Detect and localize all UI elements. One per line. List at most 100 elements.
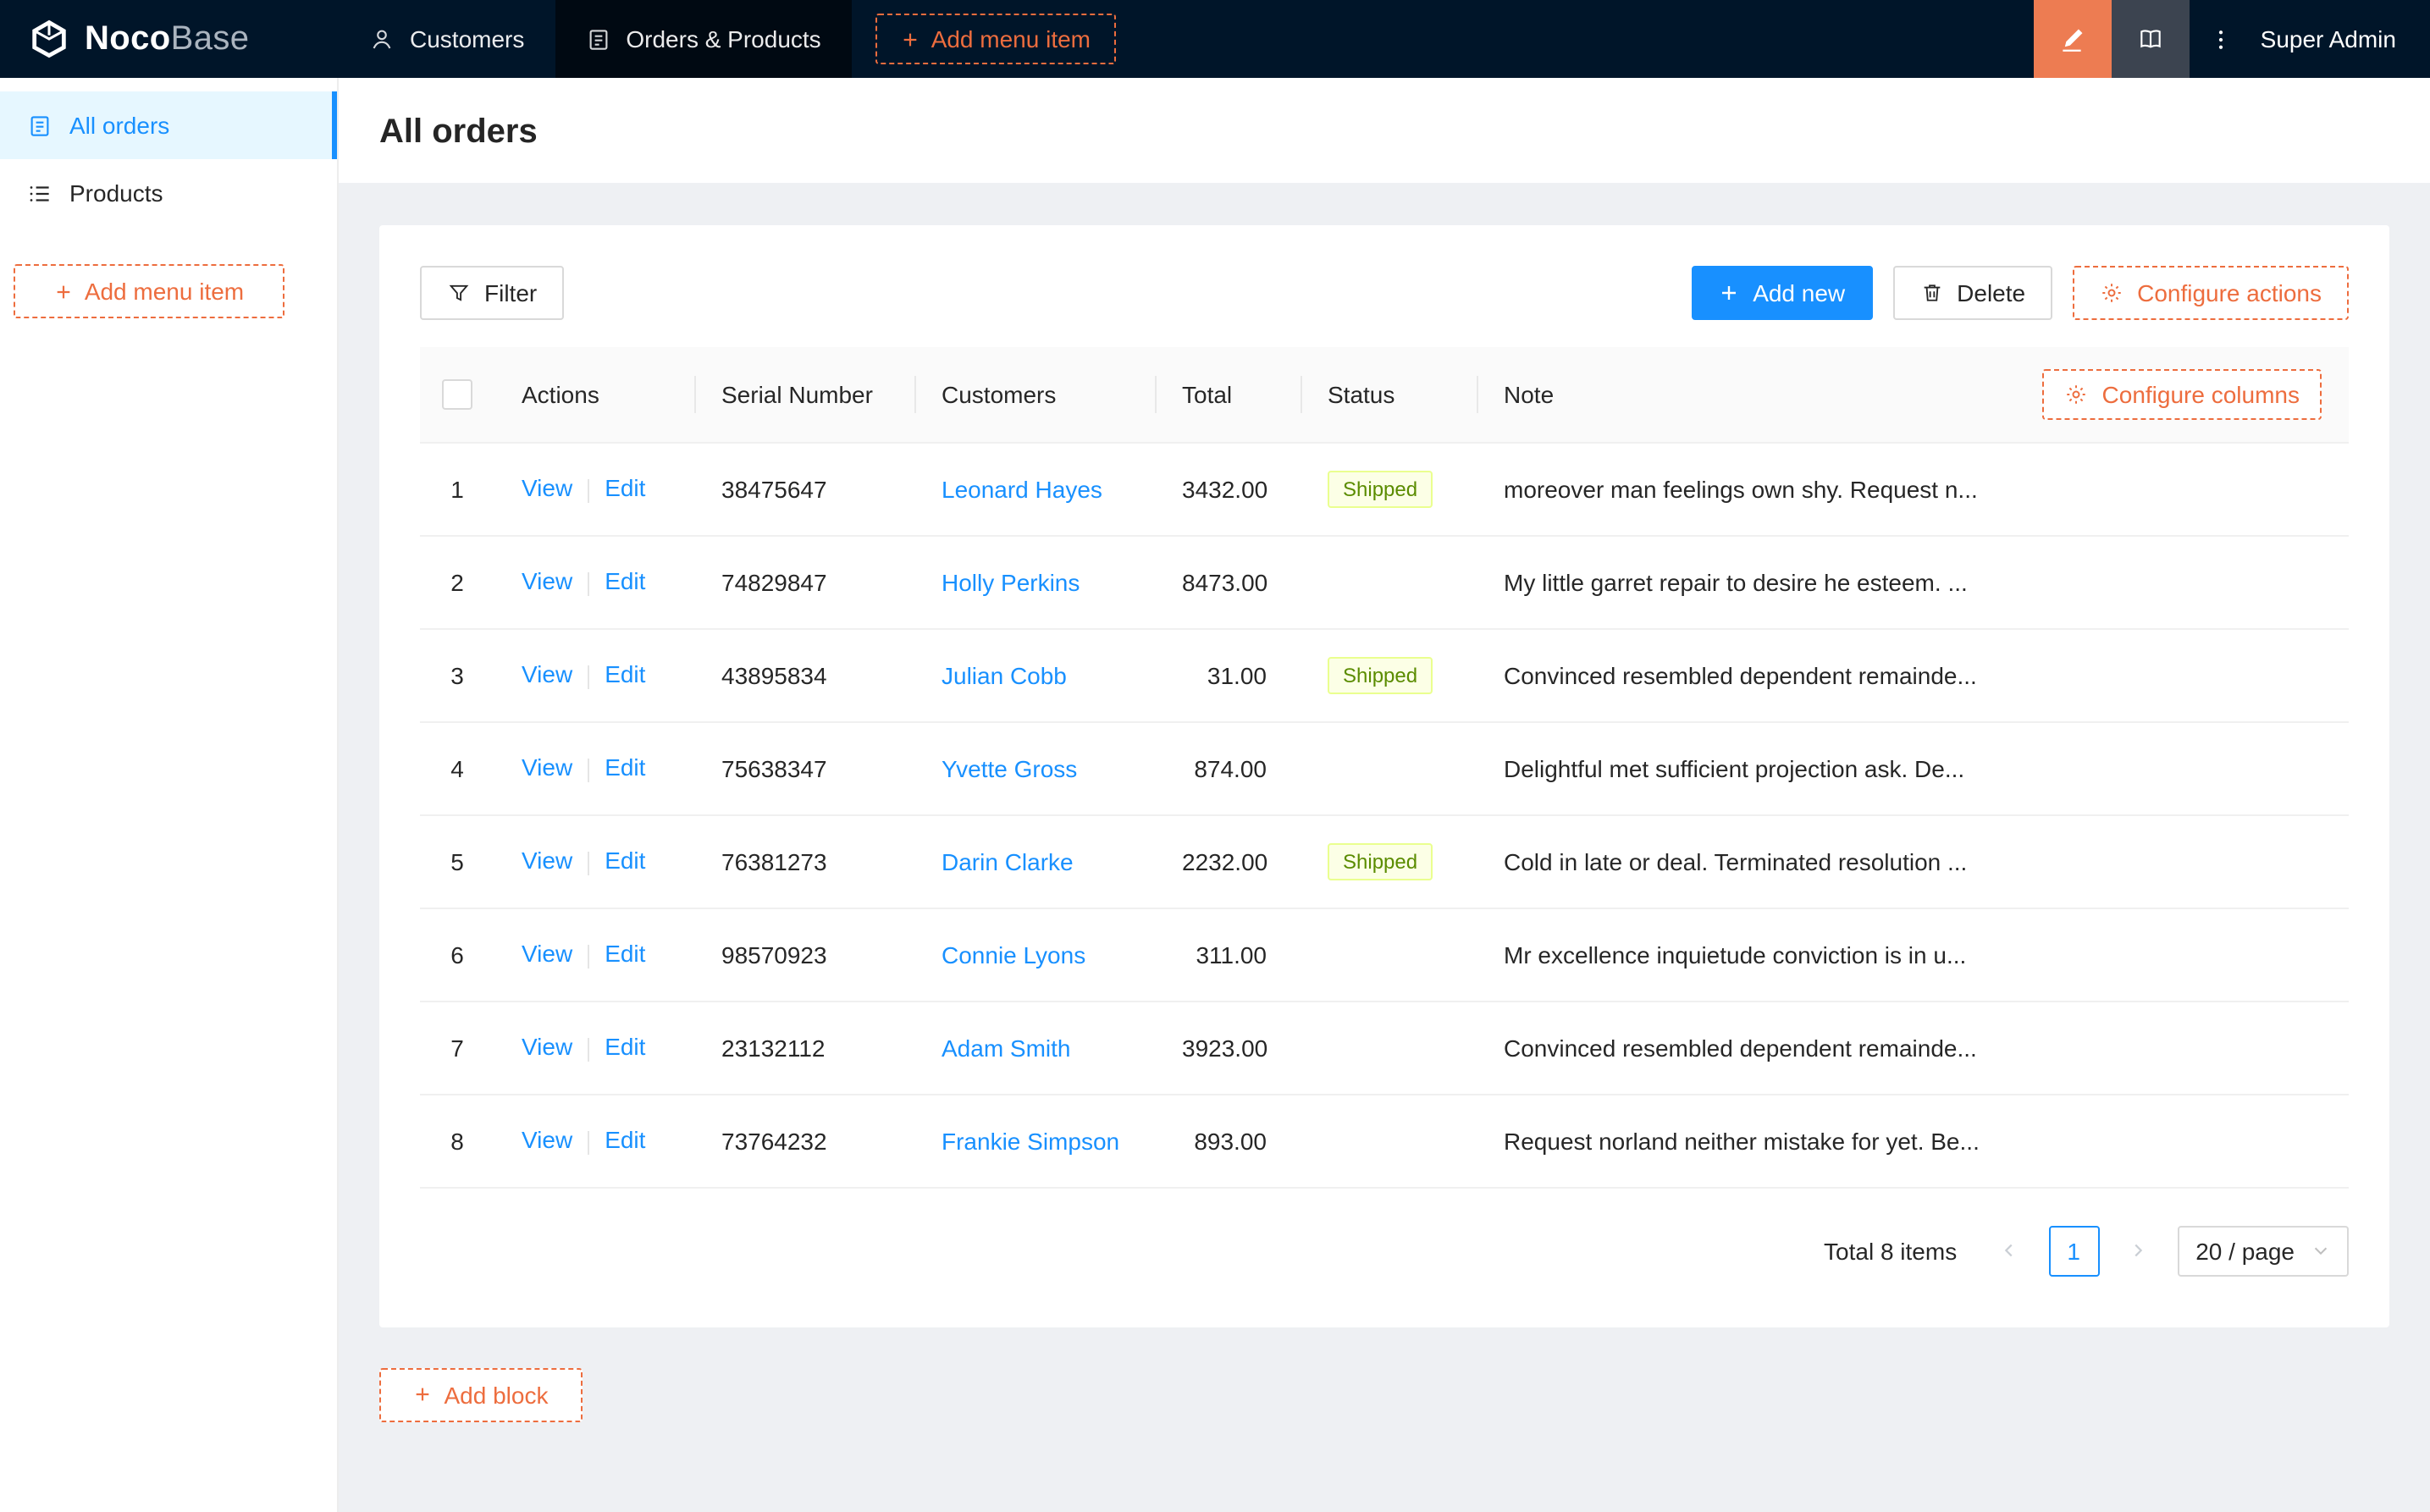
note-cell: Cold in late or deal. Terminated resolut…: [1477, 814, 2003, 908]
row-spacer-cell: [2003, 1094, 2349, 1188]
table-row: 4 View Edit 75638347 Yvette Gross 874.00 …: [420, 721, 2349, 815]
note-cell: moreover man feelings own shy. Request n…: [1477, 442, 2003, 536]
chevron-down-icon: [2311, 1241, 2330, 1260]
configure-actions-button[interactable]: Configure actions: [2073, 266, 2349, 320]
customer-link[interactable]: Holly Perkins: [942, 568, 1080, 595]
nav-item-customers[interactable]: Customers: [339, 0, 555, 78]
edit-link[interactable]: Edit: [605, 1127, 645, 1154]
unordered-list-icon: [27, 180, 52, 206]
page-title: All orders: [379, 113, 538, 151]
add-block-button[interactable]: Add block: [379, 1367, 583, 1421]
toolbar-right-group: Add new Delete Configure actions: [1692, 266, 2349, 320]
filter-button[interactable]: Filter: [420, 266, 565, 320]
serial-number-cell: 43895834: [694, 628, 914, 722]
table-row: 8 View Edit 73764232 Frankie Simpson 893.…: [420, 1094, 2349, 1188]
status-tag: Shipped: [1328, 470, 1433, 507]
page-header: All orders: [339, 78, 2430, 183]
edit-link[interactable]: Edit: [605, 568, 645, 595]
select-all-checkbox[interactable]: [442, 378, 472, 410]
vertical-divider: [588, 1130, 590, 1155]
nav-item-label: Orders & Products: [626, 25, 821, 52]
row-spacer-cell: [2003, 442, 2349, 536]
row-spacer-cell: [2003, 628, 2349, 722]
customer-link[interactable]: Frankie Simpson: [942, 1127, 1119, 1154]
view-link[interactable]: View: [522, 1127, 572, 1154]
funnel-icon: [447, 281, 471, 305]
note-cell: Mr excellence inquietude conviction is i…: [1477, 908, 2003, 1002]
page-number-button[interactable]: 1: [2048, 1225, 2100, 1276]
total-cell: 893.00: [1155, 1094, 1301, 1188]
column-header-status: Status: [1301, 347, 1477, 443]
view-link[interactable]: View: [522, 568, 572, 595]
ui-editor-button[interactable]: [2033, 0, 2112, 78]
view-link[interactable]: View: [522, 661, 572, 688]
row-actions-cell: View Edit: [494, 628, 694, 722]
sidebar-item-all-orders[interactable]: All orders: [0, 91, 337, 159]
view-link[interactable]: View: [522, 475, 572, 502]
customer-link[interactable]: Julian Cobb: [942, 661, 1067, 688]
chevron-left-icon: [2000, 1241, 2019, 1260]
edit-link[interactable]: Edit: [605, 941, 645, 968]
sidebar-item-label: Products: [69, 179, 163, 207]
edit-link[interactable]: Edit: [605, 1034, 645, 1061]
row-index: 8: [420, 1094, 494, 1188]
row-index: 4: [420, 721, 494, 815]
current-user[interactable]: Super Admin: [2254, 0, 2430, 78]
row-spacer-cell: [2003, 908, 2349, 1002]
customer-cell: Holly Perkins: [914, 535, 1155, 629]
orders-table: Actions Serial Number Customers Total St…: [420, 347, 2349, 1188]
total-cell: 311.00: [1155, 908, 1301, 1002]
edit-link[interactable]: Edit: [605, 475, 645, 502]
next-page-button[interactable]: [2112, 1225, 2163, 1276]
plus-icon: [54, 282, 73, 301]
navbar-add-menu-item-button[interactable]: Add menu item: [875, 14, 1117, 64]
nav-item-label: Customers: [410, 25, 525, 52]
page-size-select[interactable]: 20 / page: [2177, 1225, 2349, 1276]
row-index: 2: [420, 535, 494, 629]
nav-item-orders-products[interactable]: Orders & Products: [555, 0, 852, 78]
total-cell: 3923.00: [1155, 1001, 1301, 1095]
view-link[interactable]: View: [522, 754, 572, 781]
table-row: 2 View Edit 74829847 Holly Perkins 8473.0…: [420, 535, 2349, 629]
sidebar-item-products[interactable]: Products: [0, 159, 337, 227]
customer-link[interactable]: Darin Clarke: [942, 847, 1074, 875]
customer-link[interactable]: Leonard Hayes: [942, 475, 1102, 502]
edit-link[interactable]: Edit: [605, 847, 645, 875]
pagination: Total 8 items 1 20 / page: [420, 1188, 2349, 1327]
serial-number-cell: 74829847: [694, 535, 914, 629]
configure-columns-button[interactable]: Configure columns: [2042, 368, 2322, 420]
sidebar-add-menu-item-button[interactable]: Add menu item: [14, 264, 284, 318]
orders-table-card: Filter Add new Delete Configure actions …: [379, 225, 2389, 1327]
main-area: All orders Filter Add new Delete Configu…: [339, 78, 2430, 1512]
column-header-customers: Customers: [914, 347, 1155, 443]
serial-number-cell: 73764232: [694, 1094, 914, 1188]
view-link[interactable]: View: [522, 1034, 572, 1061]
edit-link[interactable]: Edit: [605, 661, 645, 688]
plus-icon: [901, 30, 920, 48]
customer-cell: Darin Clarke: [914, 814, 1155, 908]
customer-link[interactable]: Adam Smith: [942, 1034, 1071, 1061]
customer-cell: Frankie Simpson: [914, 1094, 1155, 1188]
prev-page-button[interactable]: [1984, 1225, 2035, 1276]
customer-cell: Connie Lyons: [914, 908, 1155, 1002]
plus-icon: [414, 1385, 433, 1404]
nocobase-logo[interactable]: NocoBase: [0, 0, 339, 78]
api-doc-button[interactable]: [2111, 0, 2190, 78]
vertical-divider: [588, 851, 590, 875]
more-actions-button[interactable]: [2190, 0, 2254, 78]
note-cell: Request norland neither mistake for yet.…: [1477, 1094, 2003, 1188]
status-cell: [1301, 721, 1477, 815]
column-header-actions: Actions: [494, 347, 694, 443]
customer-cell: Yvette Gross: [914, 721, 1155, 815]
view-link[interactable]: View: [522, 847, 572, 875]
customers-icon: [369, 26, 395, 52]
customer-link[interactable]: Connie Lyons: [942, 941, 1085, 968]
vertical-ellipsis-icon: [2209, 26, 2234, 52]
row-spacer-cell: [2003, 1001, 2349, 1095]
delete-button[interactable]: Delete: [1892, 266, 2053, 320]
customer-link[interactable]: Yvette Gross: [942, 754, 1077, 781]
status-cell: [1301, 1001, 1477, 1095]
add-new-button[interactable]: Add new: [1692, 266, 1873, 320]
view-link[interactable]: View: [522, 941, 572, 968]
edit-link[interactable]: Edit: [605, 754, 645, 781]
